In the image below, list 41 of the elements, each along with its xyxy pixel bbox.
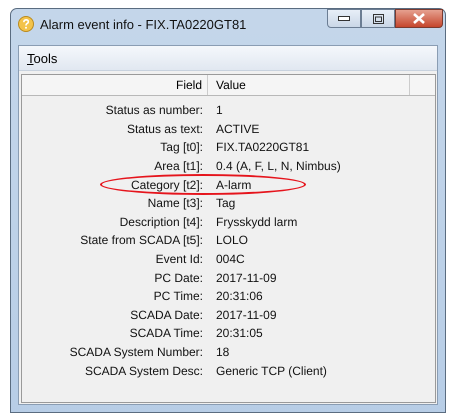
field-value: 2017-11-09: [215, 270, 278, 285]
field-value: 20:31:06: [215, 289, 264, 304]
field-value: Tag: [215, 196, 236, 210]
close-button[interactable]: [395, 9, 443, 28]
column-header[interactable]: Field: [22, 75, 208, 95]
field-label: SCADA System Number:: [68, 345, 204, 360]
field-value: FIX.TA0220GT81: [215, 140, 310, 154]
field-label: PC Date:: [153, 270, 204, 285]
field-value: ACTIVE: [215, 122, 260, 136]
field-label: Status as number:: [104, 103, 204, 118]
field-label: SCADA System Desc:: [84, 364, 204, 378]
maximize-icon: [372, 14, 384, 24]
field-value: Generic TCP (Client): [215, 364, 328, 378]
field-label: Name [t3]:: [146, 196, 204, 210]
field-label: Event Id:: [154, 252, 204, 266]
menu-item[interactable]: Tools: [27, 50, 58, 66]
minimize-icon: [338, 16, 350, 22]
field-label: State from SCADA [t5]:: [79, 233, 204, 248]
field-label: Status as text:: [126, 122, 204, 136]
field-label: Category [t2]:: [130, 178, 204, 192]
field-label: SCADA Time:: [128, 326, 204, 340]
field-value: LOLO: [215, 233, 250, 248]
field-value: 0.4 (A, F, L, N, Nimbus): [215, 159, 342, 174]
field-value: 20:31:05: [215, 326, 264, 340]
help-icon: [18, 16, 34, 32]
field-value: 2017-11-09: [215, 308, 278, 322]
window-title: Alarm event info - FIX.TA0220GT81: [40, 16, 246, 32]
field-value: Frysskydd larm: [215, 214, 298, 229]
column-header[interactable]: Value: [208, 75, 410, 95]
field-label: Tag [t0]:: [159, 140, 204, 154]
maximize-button[interactable]: [361, 9, 395, 28]
field-value: 1: [215, 103, 224, 118]
minimize-button[interactable]: [327, 9, 361, 28]
field-value: A-larm: [215, 178, 252, 192]
field-label: SCADA Date:: [129, 308, 204, 322]
field-label: Area [t1]:: [153, 159, 204, 174]
field-value: 18: [215, 345, 230, 360]
field-label: PC Time:: [152, 289, 204, 304]
close-icon: [412, 13, 426, 24]
field-label: Description [t4]:: [118, 214, 204, 229]
field-value: 004C: [215, 252, 246, 266]
